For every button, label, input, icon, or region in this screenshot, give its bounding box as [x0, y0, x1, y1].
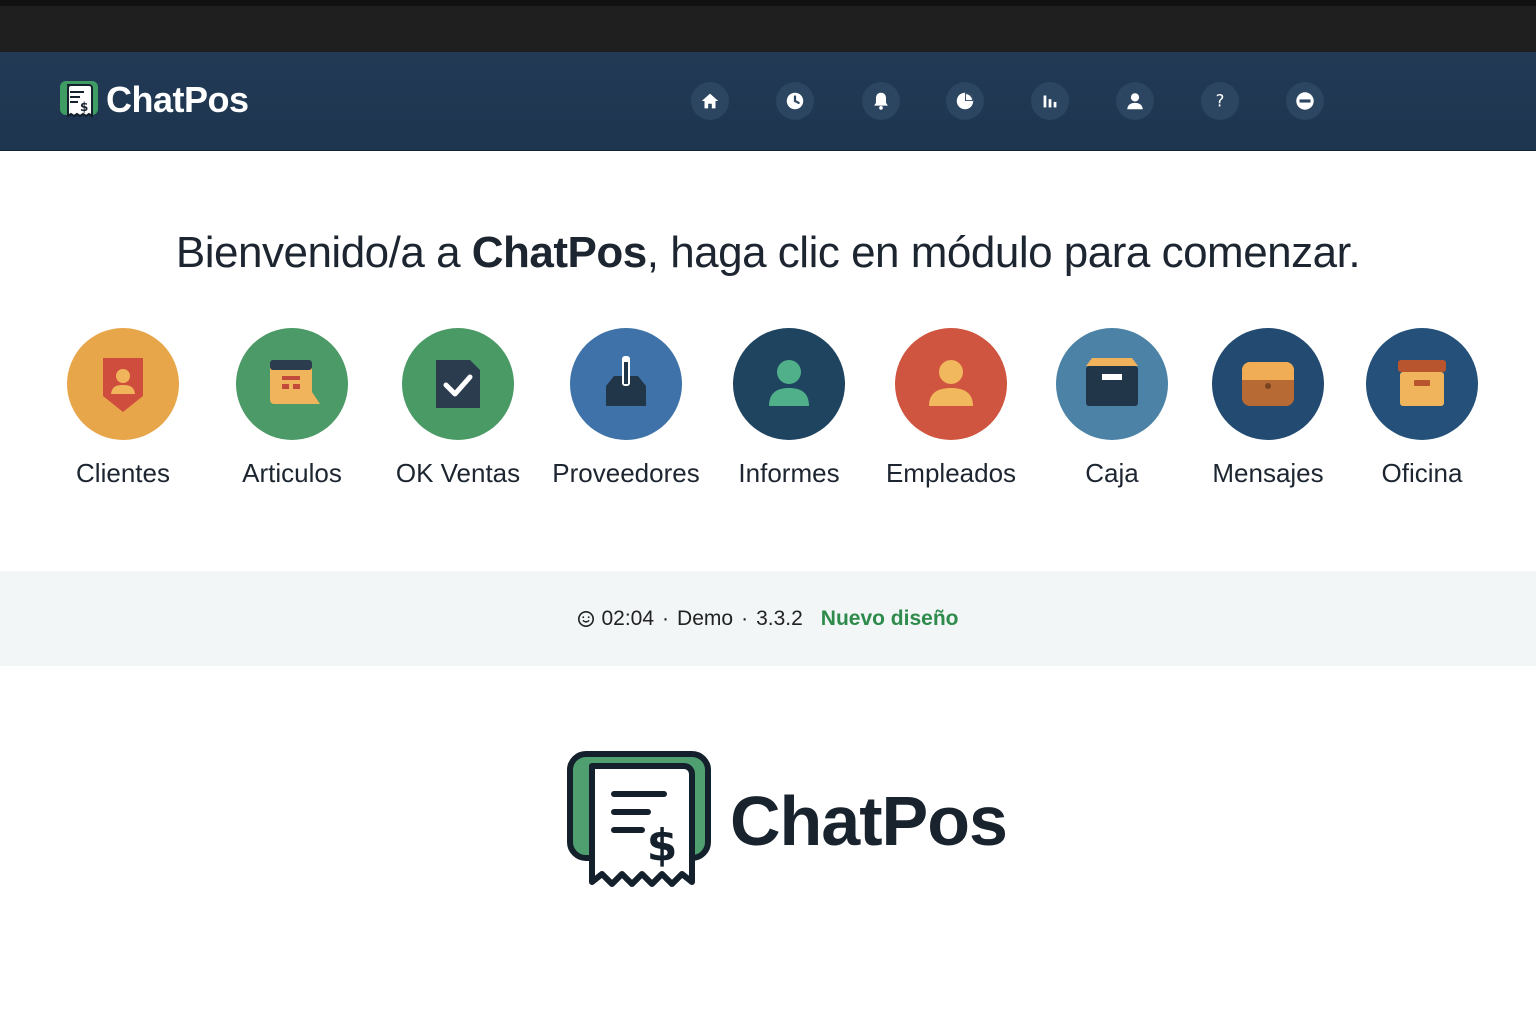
- status-version: 3.3.2: [756, 606, 803, 630]
- module-informes-circle: [733, 328, 845, 440]
- employee-icon: [929, 360, 973, 406]
- nav-home-button[interactable]: [691, 82, 729, 120]
- supplier-tray-icon: [606, 356, 646, 406]
- customer-badge-icon: [103, 358, 143, 412]
- module-ok-ventas-circle: [402, 328, 514, 440]
- home-icon: [701, 93, 719, 109]
- module-empleados[interactable]: Empleados: [866, 328, 1036, 489]
- help-icon: ?: [1216, 92, 1225, 111]
- nav-history-button[interactable]: [776, 82, 814, 120]
- footer-logo-text: ChatPos: [730, 781, 1008, 860]
- clock-icon: [786, 92, 804, 110]
- smiley-clock-icon: [578, 610, 595, 627]
- module-ok-ventas[interactable]: OK Ventas: [373, 328, 543, 489]
- module-informes-label: Informes: [738, 458, 840, 488]
- status-separator: ·: [662, 606, 670, 630]
- module-mensajes[interactable]: Mensajes: [1183, 328, 1353, 489]
- module-caja-label: Caja: [1085, 458, 1139, 488]
- module-ok-ventas-label: OK Ventas: [395, 458, 521, 488]
- status-bar: 02:04 · Demo · 3.3.2 Nuevo diseño: [0, 571, 1536, 666]
- top-navbar: $ ChatPos ?: [0, 52, 1536, 151]
- module-proveedores-label: Proveedores: [552, 458, 700, 488]
- article-box-icon: [270, 360, 320, 404]
- module-empleados-circle: [895, 328, 1007, 440]
- module-informes[interactable]: Informes: [704, 328, 874, 489]
- module-mensajes-label: Mensajes: [1212, 458, 1324, 488]
- browser-top-bar: [0, 0, 1536, 52]
- svg-text:?: ?: [1216, 92, 1225, 111]
- module-articulos[interactable]: Articulos: [207, 328, 377, 489]
- welcome-suffix: , haga clic en módulo para comenzar.: [646, 228, 1361, 277]
- module-proveedores[interactable]: Proveedores: [541, 328, 711, 489]
- status-time: 02:04: [601, 606, 655, 630]
- module-clientes-label: Clientes: [76, 458, 170, 488]
- nav-user-button[interactable]: [1116, 82, 1154, 120]
- module-caja[interactable]: Caja: [1027, 328, 1197, 489]
- module-proveedores-circle: [570, 328, 682, 440]
- bar-chart-icon: [1043, 95, 1057, 108]
- welcome-message: Bienvenido/a a ChatPos, haga clic en mód…: [0, 228, 1536, 278]
- welcome-prefix: Bienvenido/a a: [175, 228, 472, 277]
- bell-icon: [874, 92, 888, 110]
- nav-notifications-button[interactable]: [862, 82, 900, 120]
- nav-icon-bar: ?: [0, 82, 1536, 124]
- module-oficina[interactable]: Oficina: [1337, 328, 1507, 489]
- footer-logo: $ ChatPos: [566, 748, 1026, 893]
- status-mode: Demo: [677, 606, 734, 630]
- nav-reports-pie-button[interactable]: [946, 82, 984, 120]
- nav-logout-button[interactable]: [1286, 82, 1324, 120]
- module-articulos-label: Articulos: [242, 458, 342, 488]
- module-oficina-circle: [1366, 328, 1478, 440]
- module-caja-circle: [1056, 328, 1168, 440]
- person-report-icon: [769, 360, 809, 406]
- svg-text:$: $: [647, 820, 678, 871]
- module-clientes[interactable]: Clientes: [38, 328, 208, 489]
- nav-stats-button[interactable]: [1031, 82, 1069, 120]
- new-design-link[interactable]: Nuevo diseño: [821, 607, 959, 631]
- office-archive-icon: [1398, 360, 1446, 406]
- module-clientes-circle: [67, 328, 179, 440]
- logout-icon: [1296, 92, 1314, 110]
- receipt-logo-icon: $: [567, 750, 711, 887]
- pie-chart-icon: [956, 92, 974, 110]
- status-separator: ·: [741, 606, 749, 630]
- welcome-app-name: ChatPos: [471, 228, 647, 277]
- checkmark-document-icon: [436, 360, 480, 408]
- message-chest-icon: [1242, 362, 1294, 406]
- module-empleados-label: Empleados: [885, 458, 1017, 488]
- module-mensajes-circle: [1212, 328, 1324, 440]
- cash-drawer-icon: [1086, 358, 1138, 406]
- module-articulos-circle: [236, 328, 348, 440]
- module-oficina-label: Oficina: [1381, 458, 1463, 488]
- user-icon: [1127, 93, 1143, 110]
- nav-help-button[interactable]: ?: [1201, 82, 1239, 120]
